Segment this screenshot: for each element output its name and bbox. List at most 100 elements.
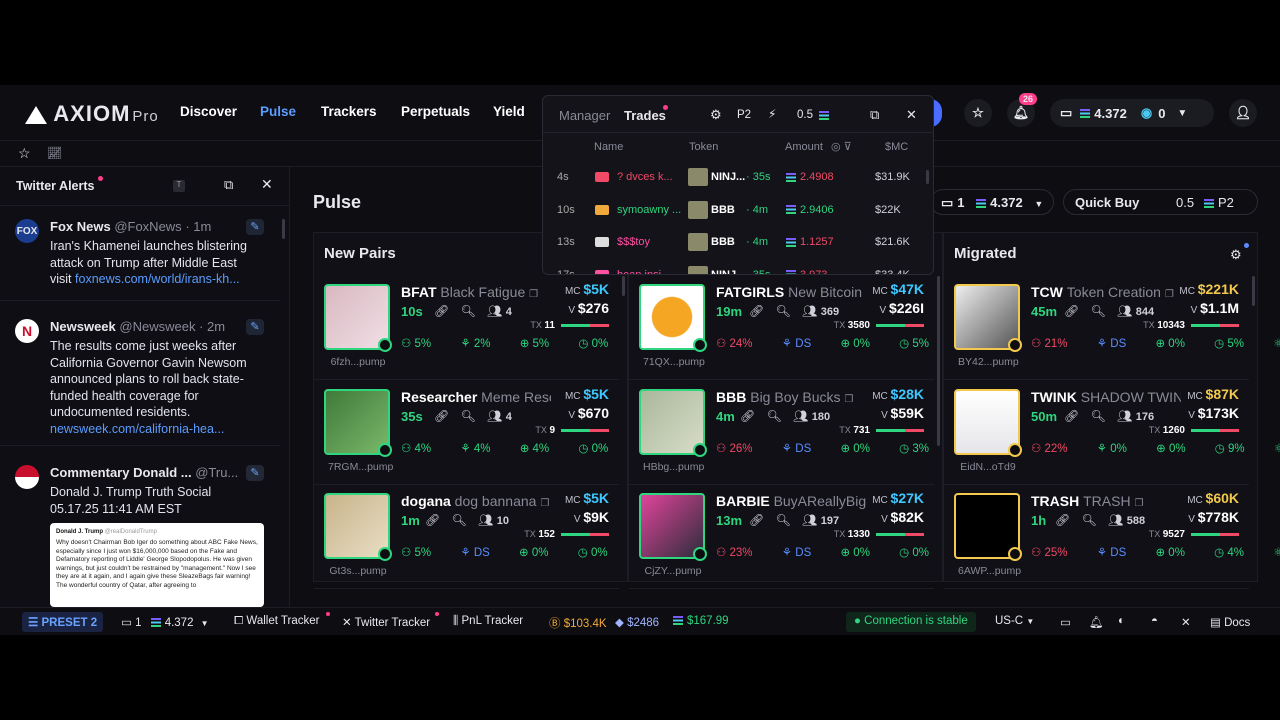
link-icon[interactable]: 🔗︎ — [749, 513, 764, 527]
x-icon[interactable]: ✕ — [1181, 615, 1191, 629]
search-icon[interactable]: 🔍︎ — [776, 513, 791, 527]
trader-name[interactable]: $$$toy — [617, 236, 650, 248]
chart-icon[interactable]: 📈︎ — [47, 146, 62, 160]
scrollbar[interactable] — [1252, 276, 1255, 306]
token-address[interactable]: CjZY...pump — [643, 565, 703, 577]
tweet-item[interactable]: N Newsweek @Newsweek · 2m ✎ The results … — [0, 319, 280, 446]
bell-icon[interactable]: 🔔︎ — [1089, 615, 1104, 629]
bottom-wallet-selector[interactable]: ▭ 1 4.372 ▼ — [121, 615, 209, 629]
scrollbar[interactable] — [926, 170, 929, 184]
link-icon[interactable]: 🔗︎ — [434, 409, 449, 423]
close-icon[interactable]: ✕ — [906, 107, 917, 123]
feather-icon[interactable]: ✎ — [246, 465, 264, 481]
trade-row[interactable]: 4s ? dvces k... NINJ... · 35s 2.4908 $31… — [543, 161, 933, 193]
popout-icon[interactable]: ⧉ — [870, 107, 879, 123]
search-icon[interactable]: 🔍︎ — [1091, 409, 1106, 423]
link-icon[interactable]: 🔗︎ — [1055, 513, 1070, 527]
scrollbar[interactable] — [622, 276, 625, 296]
token-card[interactable]: CjZY...pump BARBIE BuyAReallyBig ❐ 13m 🔗… — [629, 485, 969, 589]
quick-buy-control[interactable]: Quick Buy 0.5 P2 — [1063, 189, 1258, 215]
account-button[interactable]: 👤︎ — [1229, 99, 1257, 127]
token-symbol[interactable]: TRASH TRASH ❐ — [1031, 493, 1181, 509]
preset-label[interactable]: P2 — [737, 109, 751, 121]
palette-icon[interactable]: ◐ — [1118, 615, 1125, 627]
trade-row[interactable]: 17s bean insi NINJ... · 35s 3.973 $33.4K — [543, 259, 933, 275]
trader-name[interactable]: bean insi — [617, 269, 661, 275]
copy-icon[interactable]: ❐ — [1134, 498, 1143, 509]
link-icon[interactable]: 🔗︎ — [1064, 409, 1079, 423]
filter-icon[interactable]: ◎ ⊽ — [831, 140, 852, 153]
search-icon[interactable]: 🔍︎ — [1082, 513, 1097, 527]
trade-token[interactable]: NINJ... — [711, 269, 745, 275]
preset-button[interactable]: ☰ PRESET 2 — [22, 612, 104, 632]
token-symbol[interactable]: TWINK SHADOW TWIN ❐ — [1031, 389, 1181, 405]
translate-icon[interactable]: T — [173, 180, 185, 192]
search-icon[interactable]: 🔍︎ — [767, 409, 782, 423]
notifications-button[interactable]: 🔔︎ 26 — [1007, 93, 1038, 127]
watchlist-star-icon[interactable]: ☆ — [18, 145, 31, 162]
discord-icon[interactable]: ◓ — [1151, 615, 1158, 627]
token-symbol[interactable]: BFAT Black Fatigue ❐ — [401, 284, 551, 300]
token-card[interactable]: 6AWP...pump TRASH TRASH ❐ 1h 🔗︎ 🔍︎ 👥︎ 58… — [944, 485, 1280, 589]
wallet-selector[interactable]: ▭ 1 4.372 ▼ — [930, 189, 1054, 215]
search-icon[interactable]: 🔍︎ — [461, 409, 476, 423]
trade-token[interactable]: BBB — [711, 204, 735, 216]
link-icon[interactable]: 🔗︎ — [434, 304, 449, 318]
token-symbol[interactable]: Researcher Meme Rese ❐ — [401, 389, 551, 405]
token-address[interactable]: 6AWP...pump — [958, 565, 1021, 577]
axiom-logo[interactable]: AXIOM Pro — [25, 101, 159, 127]
feather-icon[interactable]: ✎ — [246, 219, 264, 235]
token-card[interactable]: EidN...oTd9 TWINK SHADOW TWIN ❐ 50m 🔗︎ 🔍… — [944, 381, 1280, 485]
token-address[interactable]: BY42...pump — [958, 356, 1019, 368]
nav-yield[interactable]: Yield — [493, 104, 525, 119]
link-icon[interactable]: 🔗︎ — [749, 304, 764, 318]
token-symbol[interactable]: TCW Token Creation ❐ — [1031, 284, 1181, 300]
watchlist-button[interactable]: ☆ — [964, 99, 992, 127]
tab-manager[interactable]: Manager — [559, 108, 610, 123]
copy-icon[interactable]: ❐ — [1165, 289, 1174, 300]
trader-name[interactable]: ? dvces k... — [617, 171, 673, 183]
search-icon[interactable]: 🔍︎ — [452, 513, 467, 527]
search-icon[interactable]: 🔍︎ — [776, 304, 791, 318]
token-address[interactable]: 7RGM...pump — [328, 461, 393, 473]
wallet-tracker-button[interactable]: ⧠ Wallet Tracker — [234, 615, 319, 628]
trader-name[interactable]: symoawny ... — [617, 204, 681, 216]
nav-pulse[interactable]: Pulse — [260, 104, 296, 119]
tweet-item[interactable]: FOX Fox News @FoxNews · 1m ✎ Iran's Kham… — [0, 219, 280, 301]
token-address[interactable]: 71QX...pump — [643, 356, 705, 368]
nav-discover[interactable]: Discover — [180, 104, 237, 119]
token-card[interactable]: BY42...pump TCW Token Creation ❐ 45m 🔗︎ … — [944, 276, 1280, 380]
copy-icon[interactable]: ❐ — [844, 394, 853, 405]
copy-icon[interactable]: ❐ — [529, 289, 538, 300]
feather-icon[interactable]: ✎ — [246, 319, 264, 335]
tab-trades[interactable]: Trades — [624, 108, 666, 123]
tweet-item[interactable]: Commentary Donald ... @Tru... ✎ Donald J… — [0, 465, 280, 607]
wallet-dropdown[interactable]: ▭ 4.372 ◉ 0 ▼ — [1050, 99, 1214, 127]
tweet-link[interactable]: newsweek.com/california-hea... — [50, 422, 224, 436]
trade-row[interactable]: 10s symoawny ... BBB · 4m 2.9406 $22K — [543, 194, 933, 226]
search-icon[interactable]: 🔍︎ — [1091, 304, 1106, 318]
trade-row[interactable]: 13s $$$toy BBB · 4m 1.1257 $21.6K — [543, 226, 933, 258]
trade-token[interactable]: NINJ... — [711, 171, 745, 183]
token-symbol[interactable]: BARBIE BuyAReallyBig ❐ — [716, 493, 866, 509]
link-icon[interactable]: 🔗︎ — [425, 513, 440, 527]
quick-buy-preset[interactable]: P2 — [1204, 195, 1234, 210]
settings-icon[interactable]: ⚙︎ — [710, 107, 722, 123]
scrollbar[interactable] — [282, 219, 285, 239]
search-icon[interactable]: 🔍︎ — [461, 304, 476, 318]
region-selector[interactable]: US-C ▼ — [995, 615, 1034, 627]
link-icon[interactable]: 🔗︎ — [1064, 304, 1079, 318]
popout-icon[interactable]: ⧉ — [224, 177, 233, 193]
token-card[interactable]: 6fzh...pump BFAT Black Fatigue ❐ 10s 🔗︎ … — [314, 276, 648, 380]
twitter-tracker-button[interactable]: ✕ Twitter Tracker — [342, 615, 430, 629]
quick-amount[interactable]: 0.5 — [797, 109, 813, 121]
token-address[interactable]: HBbg...pump — [643, 461, 704, 473]
token-card[interactable]: HBbg...pump BBB Big Boy Bucks ❐ 4m 🔗︎ 🔍︎… — [629, 381, 969, 485]
token-address[interactable]: Gt3s...pump — [328, 565, 388, 577]
layout-icon[interactable]: ▭ — [1060, 615, 1071, 629]
copy-icon[interactable]: ❐ — [540, 498, 549, 509]
pnl-tracker-button[interactable]: ⫼ PnL Tracker — [453, 615, 523, 628]
nav-perpetuals[interactable]: Perpetuals — [401, 104, 470, 119]
close-icon[interactable]: ✕ — [261, 176, 273, 193]
token-address[interactable]: EidN...oTd9 — [958, 461, 1018, 473]
